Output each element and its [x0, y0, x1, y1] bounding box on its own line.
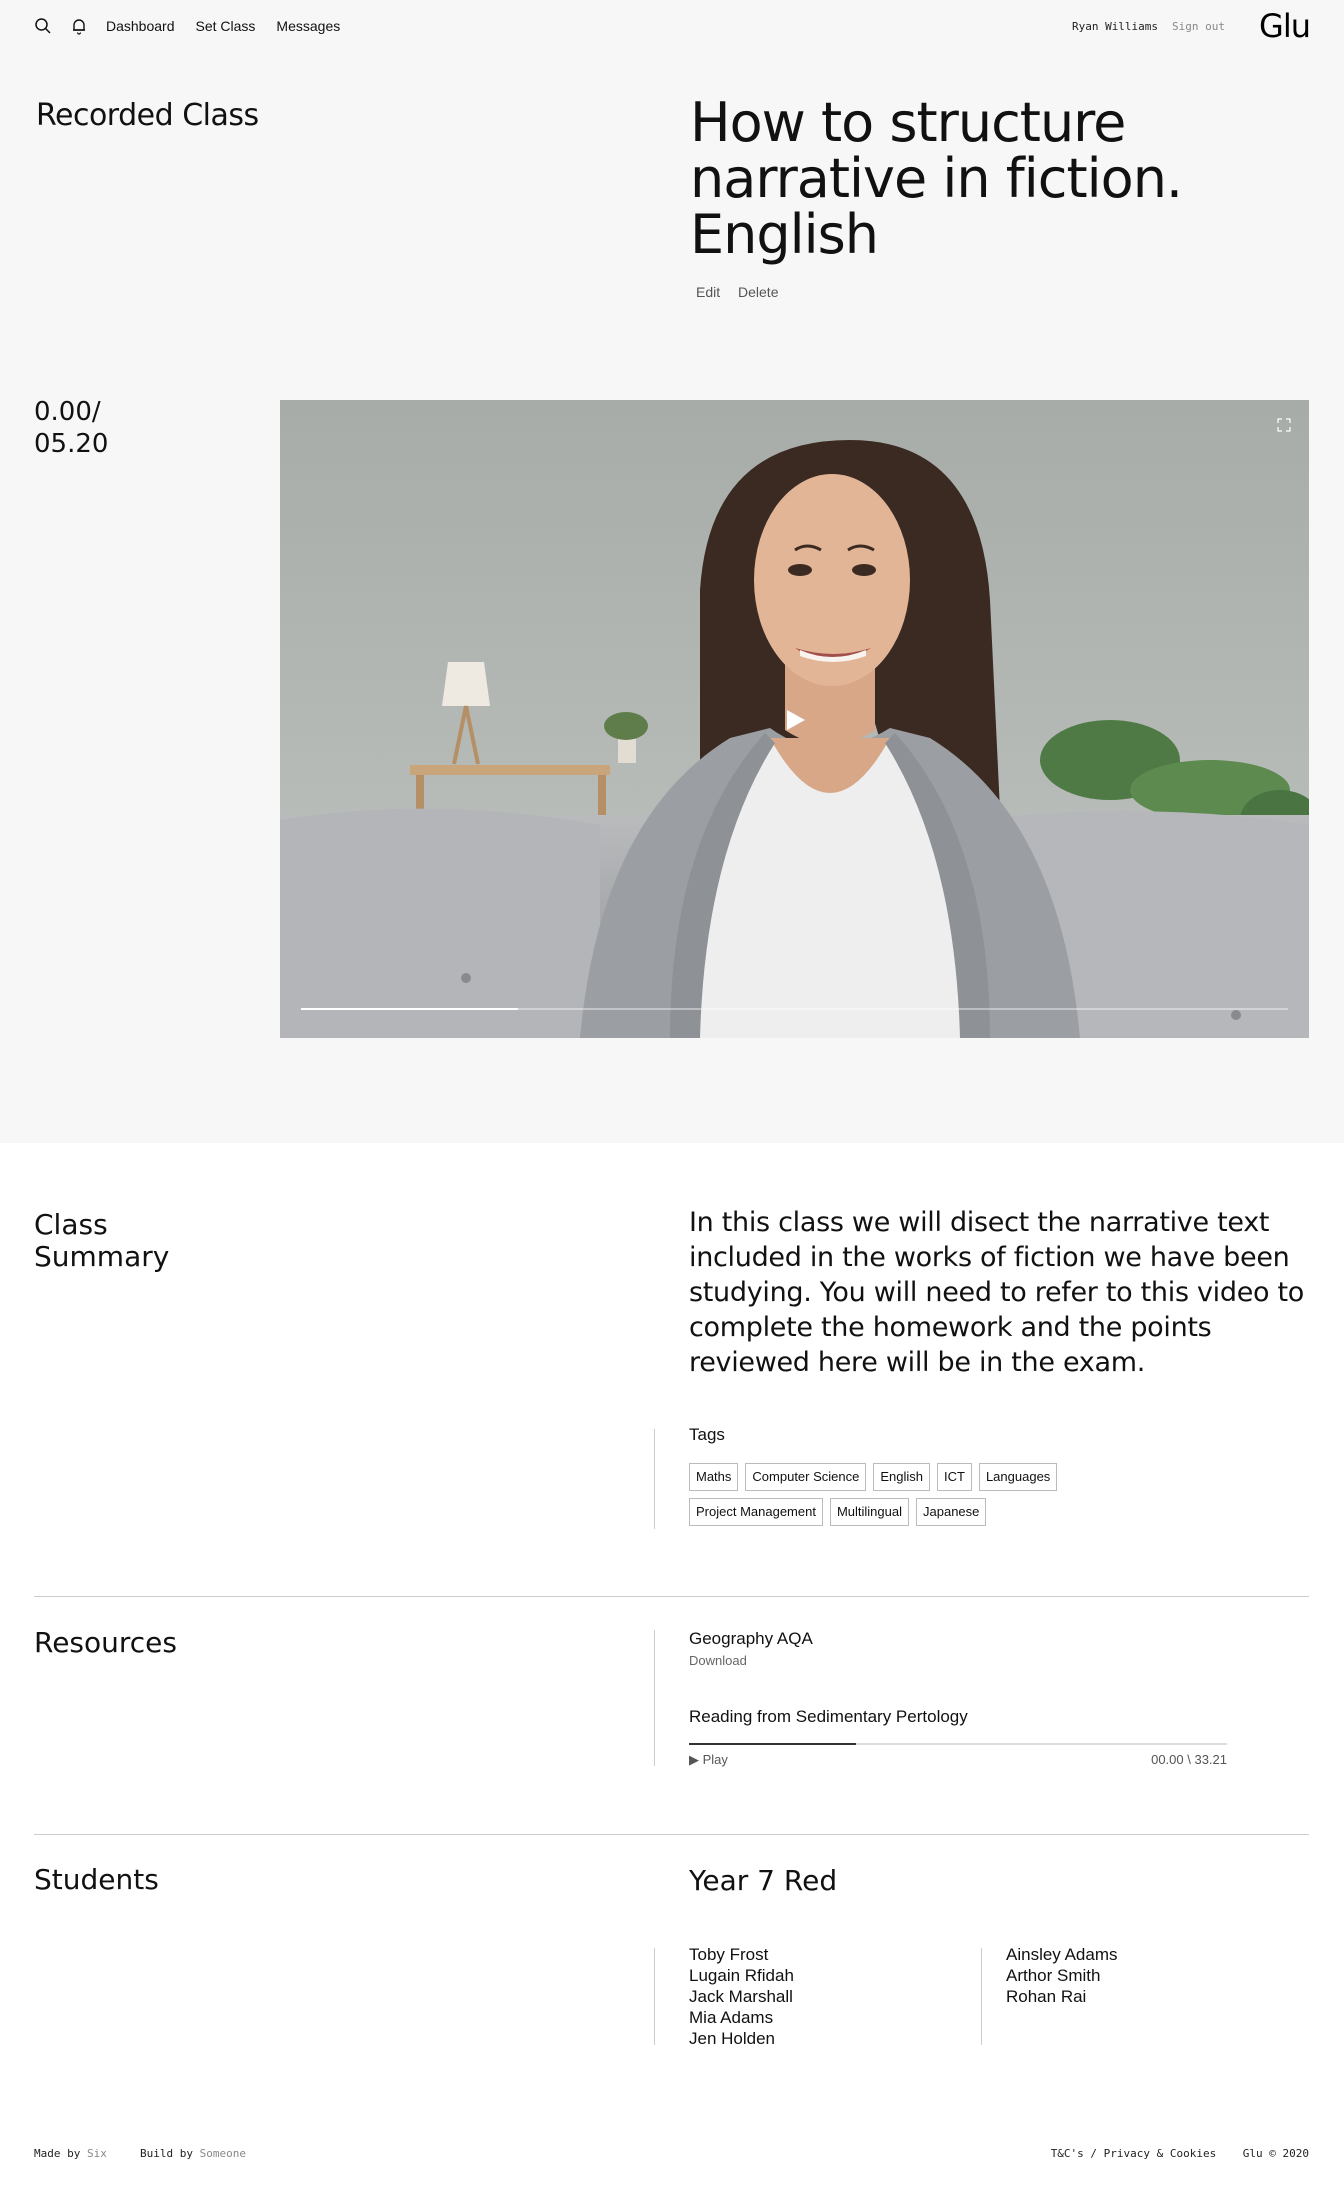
student-name[interactable]: Mia Adams [689, 2007, 794, 2028]
audio-play-button[interactable]: ▶ Play [689, 1752, 728, 1768]
video-player[interactable] [280, 400, 1309, 1038]
made-by-label: Made by [34, 2147, 81, 2160]
class-title-line: narrative in fiction. [690, 147, 1183, 210]
tag-multilingual[interactable]: Multilingual [829, 1498, 909, 1526]
tag-ict[interactable]: ICT [937, 1463, 972, 1491]
student-name[interactable]: Rohan Rai [1006, 1986, 1118, 2007]
nav-dashboard[interactable]: Dashboard [106, 18, 175, 34]
student-list: Ainsley Adams Arthor Smith Rohan Rai [1006, 1944, 1118, 2007]
resource-title[interactable]: Reading from Sedimentary Pertology [689, 1707, 968, 1727]
audio-play-label: Play [702, 1752, 728, 1767]
tag-maths[interactable]: Maths [689, 1463, 739, 1491]
tags-label: Tags [689, 1425, 725, 1444]
expand-icon[interactable] [1277, 418, 1291, 432]
title-actions: Edit Delete [696, 284, 792, 300]
tag-computer-science[interactable]: Computer Science [745, 1463, 867, 1491]
page-label: Recorded Class [36, 98, 259, 133]
logo[interactable]: Glu [1259, 7, 1311, 45]
tag-japanese[interactable]: Japanese [916, 1498, 987, 1526]
student-name[interactable]: Toby Frost [689, 1944, 794, 1965]
search-icon[interactable] [34, 17, 52, 35]
user-area: Ryan Williams Sign out Glu [1072, 7, 1311, 45]
student-name[interactable]: Arthor Smith [1006, 1965, 1118, 1986]
class-group-name: Year 7 Red [689, 1864, 838, 1897]
made-by-link[interactable]: Six [87, 2147, 107, 2160]
tag-list: Maths Computer Science English ICT Langu… [689, 1463, 1129, 1533]
footer-links: T&C's / Privacy & Cookies Glu © 2020 [1051, 2147, 1309, 2160]
class-summary-heading-line: Class [34, 1208, 108, 1241]
audio-progress-fill [689, 1743, 856, 1745]
resources-heading: Resources [34, 1626, 177, 1659]
divider [654, 1429, 655, 1529]
student-name[interactable]: Jen Holden [689, 2028, 794, 2049]
footer-credits: Made by Six Build by Someone [34, 2147, 246, 2160]
divider [654, 1948, 655, 2045]
section-divider [34, 1596, 1309, 1597]
student-name[interactable]: Ainsley Adams [1006, 1944, 1118, 1965]
video-scrubber[interactable] [301, 1008, 1288, 1010]
class-title-line: How to structure [690, 91, 1126, 154]
video-time-current: 0.00/ [34, 397, 101, 427]
edit-link[interactable]: Edit [696, 284, 720, 300]
class-summary-heading-line: Summary [34, 1240, 170, 1273]
sign-out-link[interactable]: Sign out [1172, 20, 1225, 33]
students-heading: Students [34, 1863, 159, 1896]
divider [654, 1630, 655, 1766]
play-icon: ▶ [689, 1752, 699, 1767]
download-link[interactable]: Download [689, 1653, 747, 1668]
build-by-label: Build by [139, 2147, 193, 2160]
student-name[interactable]: Jack Marshall [689, 1986, 794, 2007]
tag-project-management[interactable]: Project Management [689, 1498, 823, 1526]
class-summary-heading: Class Summary [34, 1209, 169, 1273]
user-name[interactable]: Ryan Williams [1072, 20, 1158, 33]
nav-messages[interactable]: Messages [276, 18, 340, 34]
nav-set-class[interactable]: Set Class [196, 18, 256, 34]
play-icon[interactable] [783, 708, 807, 732]
audio-time: 00.00 \ 33.21 [1151, 1752, 1227, 1767]
tag-english[interactable]: English [873, 1463, 930, 1491]
bell-icon[interactable] [70, 17, 88, 35]
student-name[interactable]: Lugain Rfidah [689, 1965, 794, 1986]
video-progress-fill [301, 1008, 519, 1010]
build-by-link[interactable]: Someone [200, 2147, 246, 2160]
video-time: 0.00/ 05.20 [34, 396, 108, 460]
legal-links[interactable]: T&C's / Privacy & Cookies [1051, 2147, 1217, 2160]
class-title-line: English [690, 203, 879, 266]
section-divider [34, 1834, 1309, 1835]
student-list: Toby Frost Lugain Rfidah Jack Marshall M… [689, 1944, 794, 2049]
delete-link[interactable]: Delete [738, 284, 778, 300]
copyright: Glu © 2020 [1242, 2147, 1309, 2160]
video-time-total: 05.20 [34, 429, 109, 459]
tag-languages[interactable]: Languages [978, 1463, 1058, 1491]
class-summary-text: In this class we will disect the narrati… [689, 1207, 1305, 1378]
top-nav: Dashboard Set Class Messages [34, 16, 361, 36]
resource-title[interactable]: Geography AQA [689, 1629, 813, 1649]
class-title: How to structure narrative in fiction. E… [690, 95, 1250, 263]
divider [981, 1948, 982, 2045]
audio-scrubber[interactable] [689, 1743, 1227, 1745]
